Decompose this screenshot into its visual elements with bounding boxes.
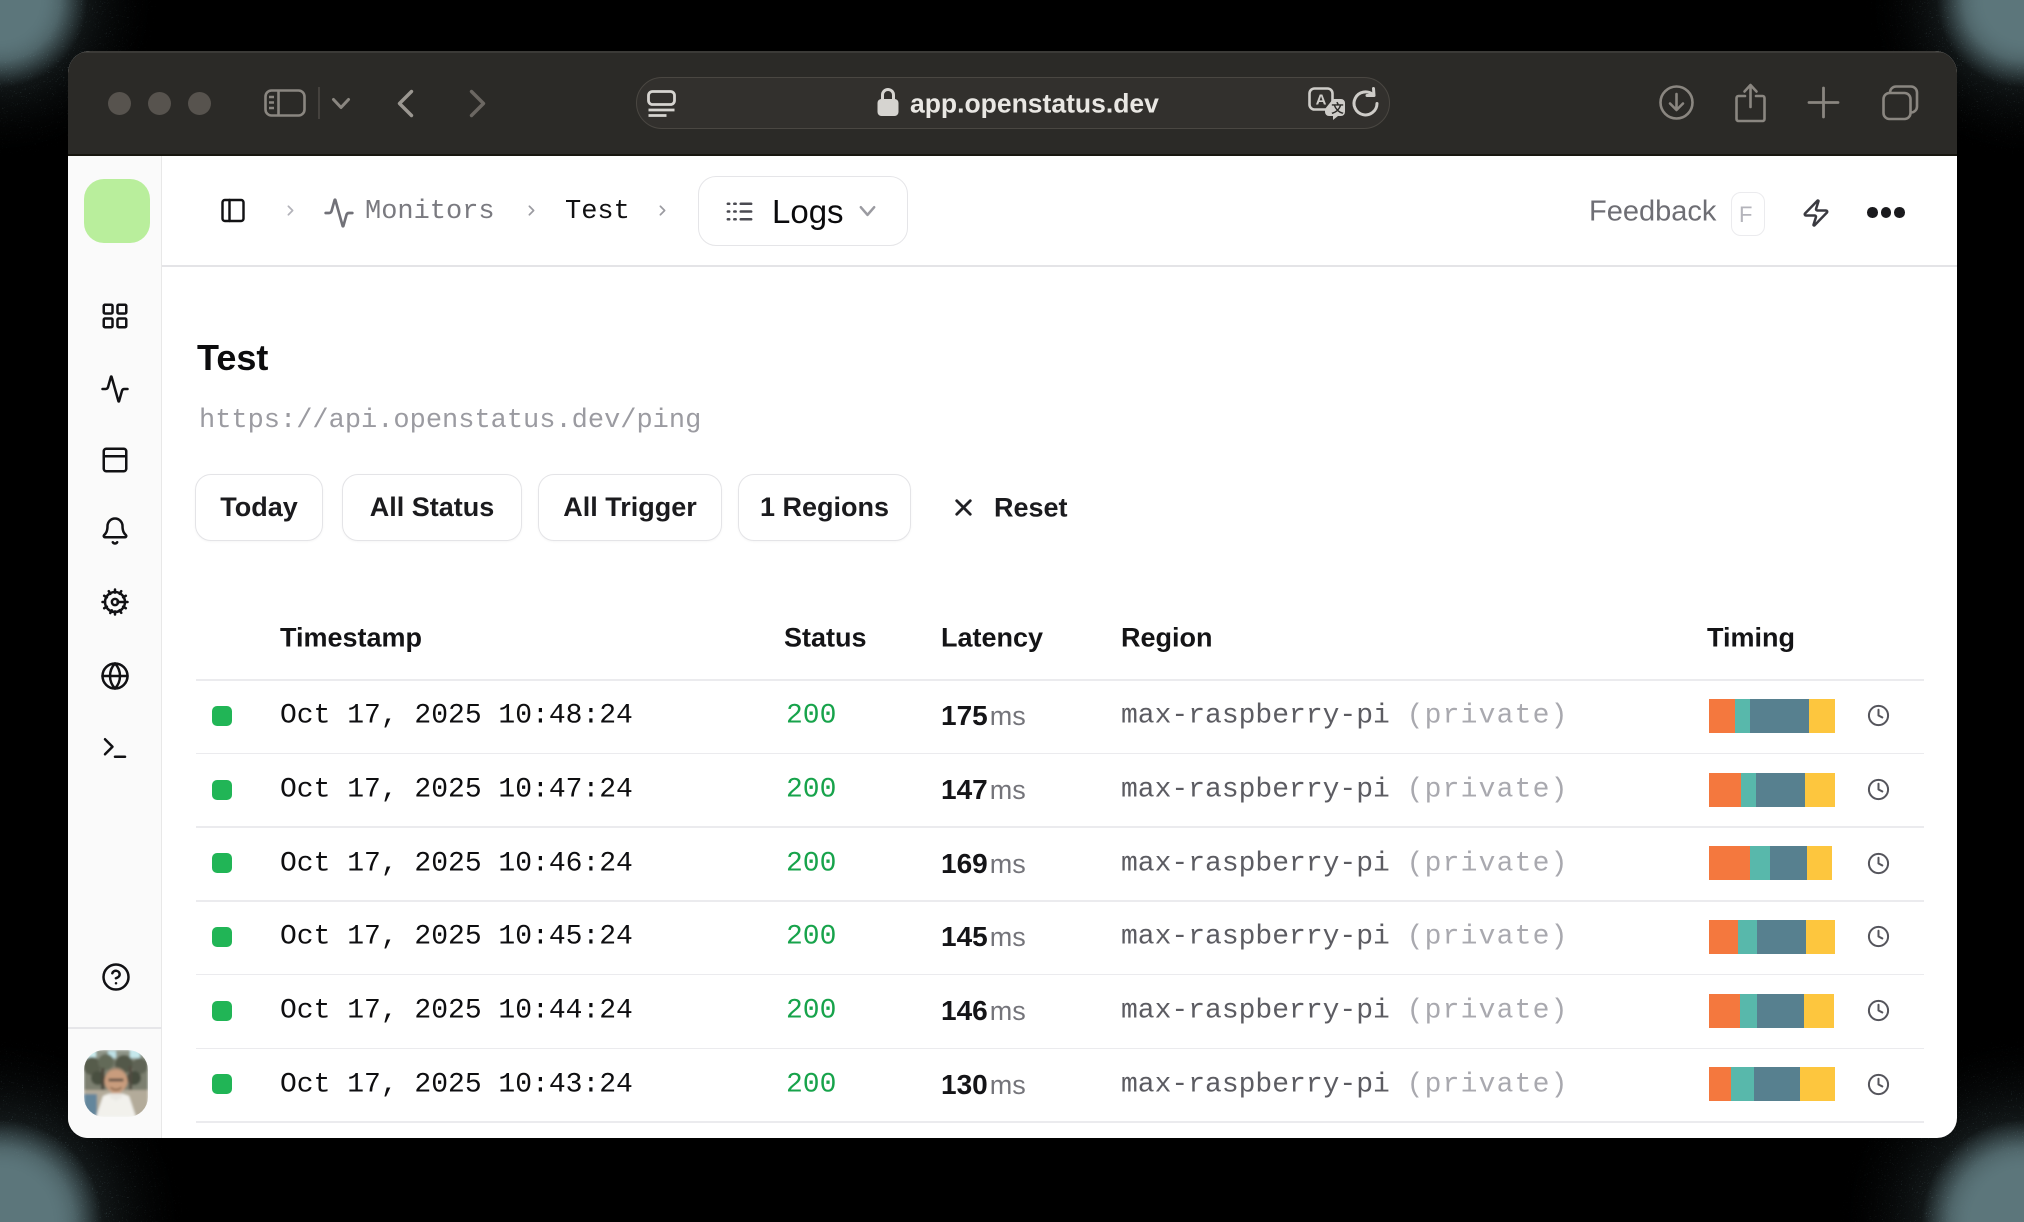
svg-text:A: A (1316, 92, 1327, 109)
svg-text:文: 文 (1331, 101, 1344, 116)
